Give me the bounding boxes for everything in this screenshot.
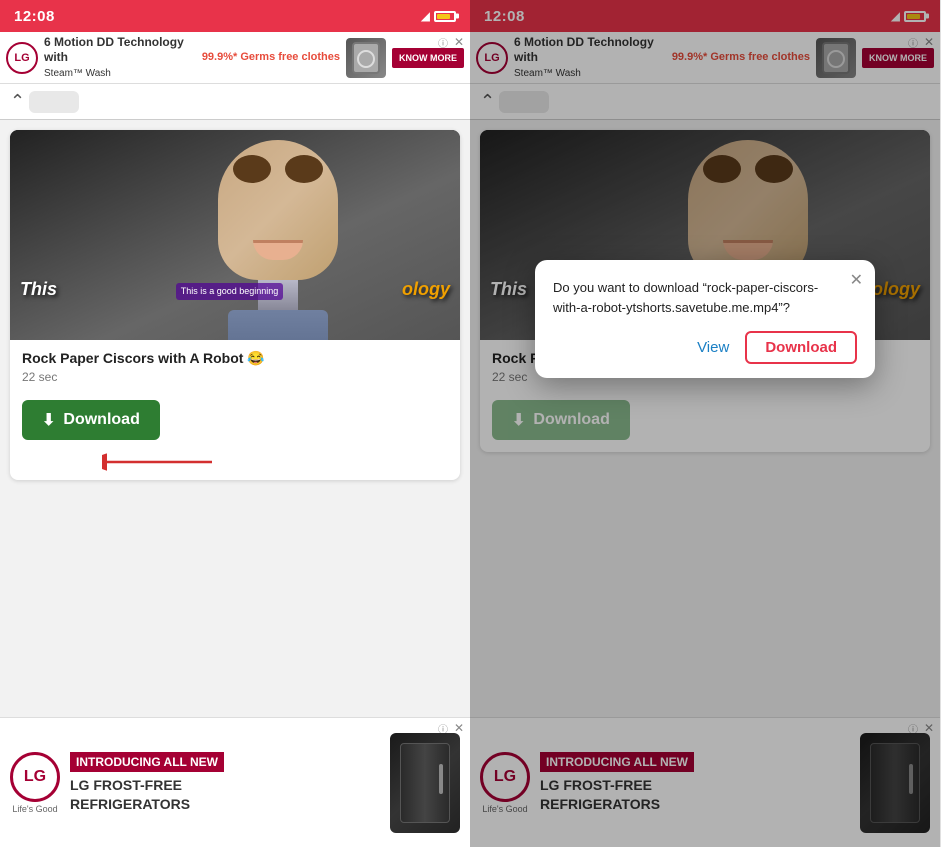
caption-badge-left: This is a good beginning bbox=[176, 283, 284, 300]
robot-face-left bbox=[208, 140, 348, 340]
status-bar-left: 12:08 ◢ bbox=[0, 0, 470, 32]
product-name-left: LG FROST-FREE REFRIGERATORS bbox=[70, 776, 380, 812]
lg-circle-left: LG bbox=[6, 42, 38, 74]
ad-germs-left: 99.9%* Germs free clothes bbox=[202, 50, 340, 64]
ad-info-button-left[interactable]: ⓘ bbox=[438, 35, 448, 50]
content-area-left: This This is a good beginning ology Rock… bbox=[0, 120, 470, 717]
dialog-close-button[interactable]: ✕ bbox=[850, 270, 863, 290]
ad-banner-left: ⓘ ✕ LG 6 Motion DD Technology with Steam… bbox=[0, 32, 470, 84]
know-more-button-left[interactable]: KNOW MORE bbox=[392, 48, 464, 68]
back-chevron-left[interactable]: ⌃ bbox=[10, 91, 25, 112]
status-icons-left: ◢ bbox=[421, 9, 456, 23]
video-card-left: This This is a good beginning ology Rock… bbox=[10, 130, 460, 480]
ad-product-image-left bbox=[346, 38, 386, 78]
video-thumbnail-left[interactable]: This This is a good beginning ology bbox=[10, 130, 460, 340]
arrow-container-left bbox=[22, 452, 448, 472]
dialog-overlay: ✕ Do you want to download “rock-paper-ci… bbox=[470, 0, 940, 847]
tab-pill-left bbox=[29, 91, 79, 113]
fridge-door-left bbox=[400, 743, 450, 823]
download-label-left: Download bbox=[63, 411, 139, 429]
robot-background-left: This This is a good beginning ology bbox=[10, 130, 460, 340]
lg-tagline-left: Life's Good bbox=[12, 804, 57, 814]
video-overlay-left: This This is a good beginning ology bbox=[20, 279, 450, 300]
dialog-message: Do you want to download “rock-paper-cisc… bbox=[553, 278, 857, 317]
nav-bar-left: ⌃ bbox=[0, 84, 470, 120]
overlay-tech-left: ology bbox=[402, 279, 450, 300]
robot-head-left bbox=[218, 140, 338, 280]
red-arrow-left bbox=[102, 452, 222, 472]
bottom-ad-left: ⓘ ✕ LG Life's Good INTRODUCING ALL NEW L… bbox=[0, 717, 470, 847]
signal-icon-left: ◢ bbox=[421, 9, 430, 23]
battery-icon-left bbox=[434, 11, 456, 22]
overlay-this-left: This bbox=[20, 279, 57, 300]
robot-mouth-left bbox=[253, 240, 303, 260]
status-time-left: 12:08 bbox=[14, 8, 55, 25]
robot-body-left bbox=[228, 310, 328, 340]
introducing-text-left: INTRODUCING ALL NEW bbox=[70, 752, 224, 772]
dialog-actions: View Download bbox=[553, 331, 857, 364]
ad-close-button-left[interactable]: ✕ bbox=[454, 35, 464, 49]
video-duration-left: 22 sec bbox=[22, 370, 448, 384]
lg-logo-left: LG bbox=[6, 42, 38, 74]
washer-shape-left bbox=[352, 42, 380, 74]
download-icon-left: ⬇ bbox=[42, 410, 55, 430]
video-title-left: Rock Paper Ciscors with A Robot 😂 bbox=[22, 350, 448, 367]
lg-big-logo-left: LG Life's Good bbox=[10, 752, 60, 814]
lg-big-circle-left: LG bbox=[10, 752, 60, 802]
fridge-image-left bbox=[390, 733, 460, 833]
video-info-left: Rock Paper Ciscors with A Robot 😂 22 sec bbox=[10, 340, 460, 400]
download-button-left[interactable]: ⬇ Download bbox=[22, 400, 160, 440]
dialog-view-button[interactable]: View bbox=[697, 339, 729, 356]
download-dialog: ✕ Do you want to download “rock-paper-ci… bbox=[535, 260, 875, 378]
dialog-download-button[interactable]: Download bbox=[745, 331, 857, 364]
ad-text-left: 6 Motion DD Technology with Steam™ Wash bbox=[44, 35, 196, 80]
right-phone-screen: 12:08 ◢ ⓘ ✕ LG 6 Motion DD Technology wi… bbox=[470, 0, 940, 847]
fridge-handle-left bbox=[439, 764, 443, 794]
bottom-ad-content-left: INTRODUCING ALL NEW LG FROST-FREE REFRIG… bbox=[70, 752, 380, 812]
left-phone-screen: 12:08 ◢ ⓘ ✕ LG 6 Motion DD Technology wi… bbox=[0, 0, 470, 847]
